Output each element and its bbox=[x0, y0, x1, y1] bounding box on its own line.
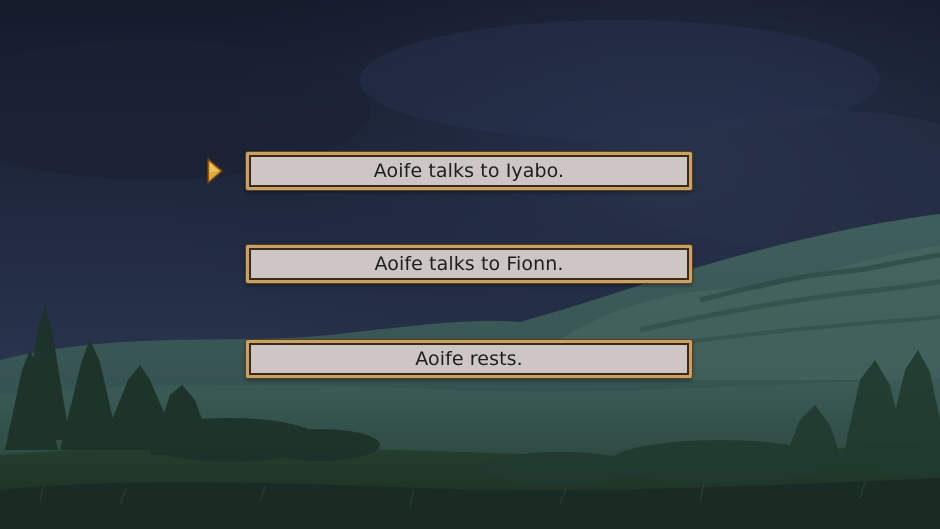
selection-arrow-icon bbox=[207, 158, 223, 184]
choice-menu: Aoife talks to Iyabo. Aoife talks to Fio… bbox=[0, 0, 940, 529]
choice-panel: Aoife talks to Iyabo. bbox=[249, 155, 689, 187]
choice-label: Aoife talks to Fionn. bbox=[374, 253, 564, 275]
choice-button-talk-iyabo[interactable]: Aoife talks to Iyabo. bbox=[246, 152, 692, 190]
choice-label: Aoife talks to Iyabo. bbox=[373, 160, 565, 182]
choice-button-talk-fionn[interactable]: Aoife talks to Fionn. bbox=[246, 245, 692, 283]
choice-panel: Aoife rests. bbox=[249, 343, 689, 375]
choice-label: Aoife rests. bbox=[415, 348, 523, 370]
choice-button-rest[interactable]: Aoife rests. bbox=[246, 340, 692, 378]
choice-panel: Aoife talks to Fionn. bbox=[249, 248, 689, 280]
